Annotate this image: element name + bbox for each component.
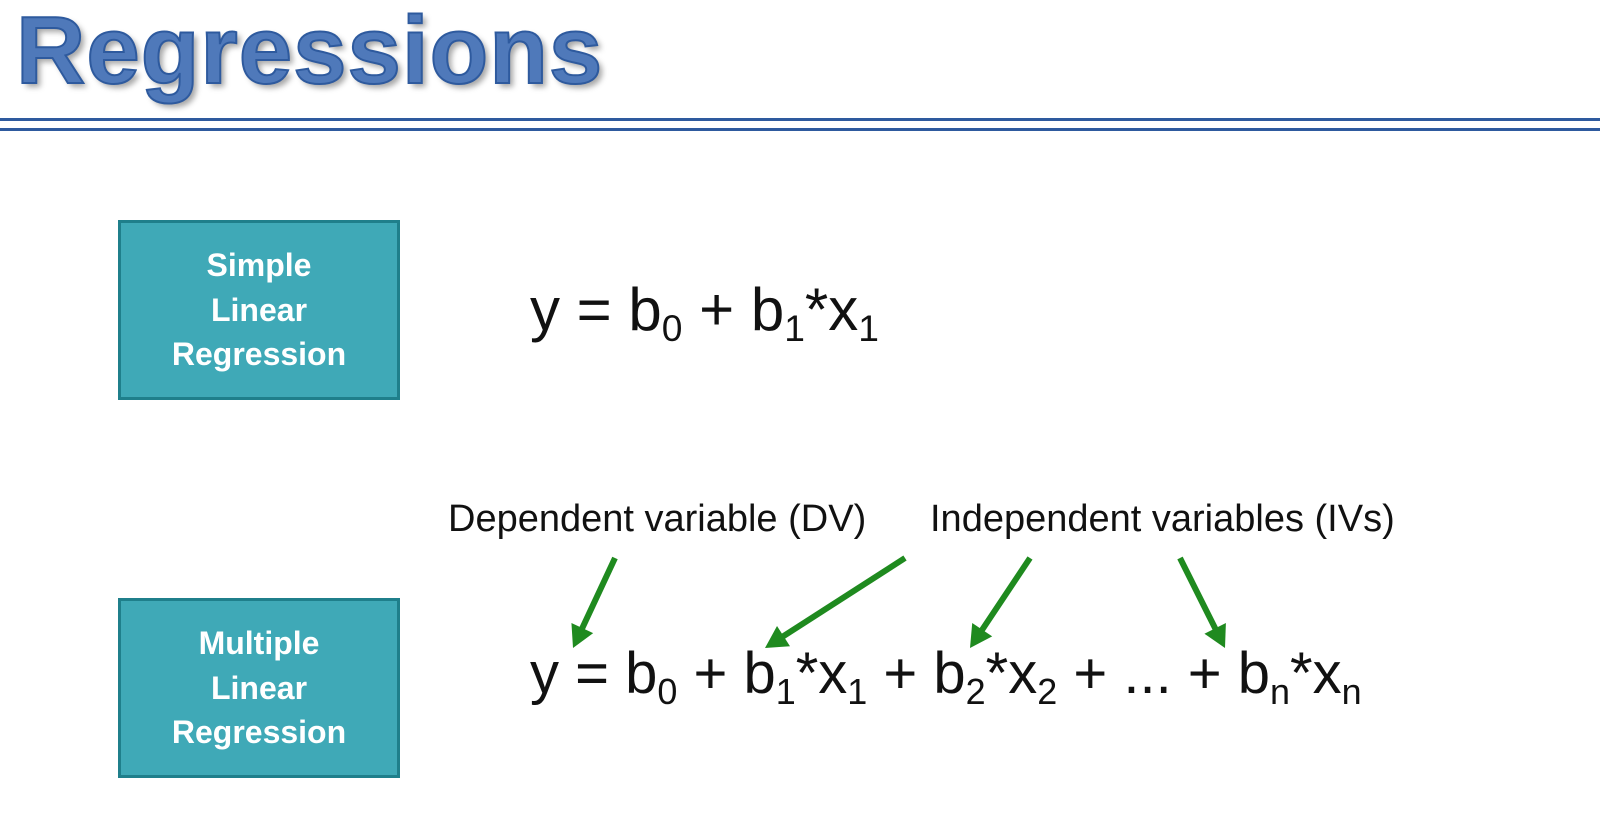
arrow-line (776, 558, 905, 641)
arrow-line (977, 558, 1030, 637)
title-rule-top (0, 118, 1600, 121)
annotation-independent-variables: Independent variables (IVs) (930, 498, 1395, 541)
label-box-simple-text: SimpleLinearRegression (172, 243, 346, 377)
title-rule-bottom (0, 128, 1600, 131)
equation-multiple: y = b0 + b1*x1 + b2*x2 + ... + bn*xn (530, 640, 1362, 713)
label-box-multiple: MultipleLinearRegression (118, 598, 400, 778)
page-title: Regressions (16, 0, 603, 106)
arrow-line (1180, 558, 1219, 636)
label-box-simple: SimpleLinearRegression (118, 220, 400, 400)
equation-simple: y = b0 + b1*x1 (530, 275, 879, 350)
label-box-multiple-text: MultipleLinearRegression (172, 621, 346, 755)
annotation-dependent-variable: Dependent variable (DV) (448, 498, 866, 541)
arrow-line (579, 558, 615, 636)
